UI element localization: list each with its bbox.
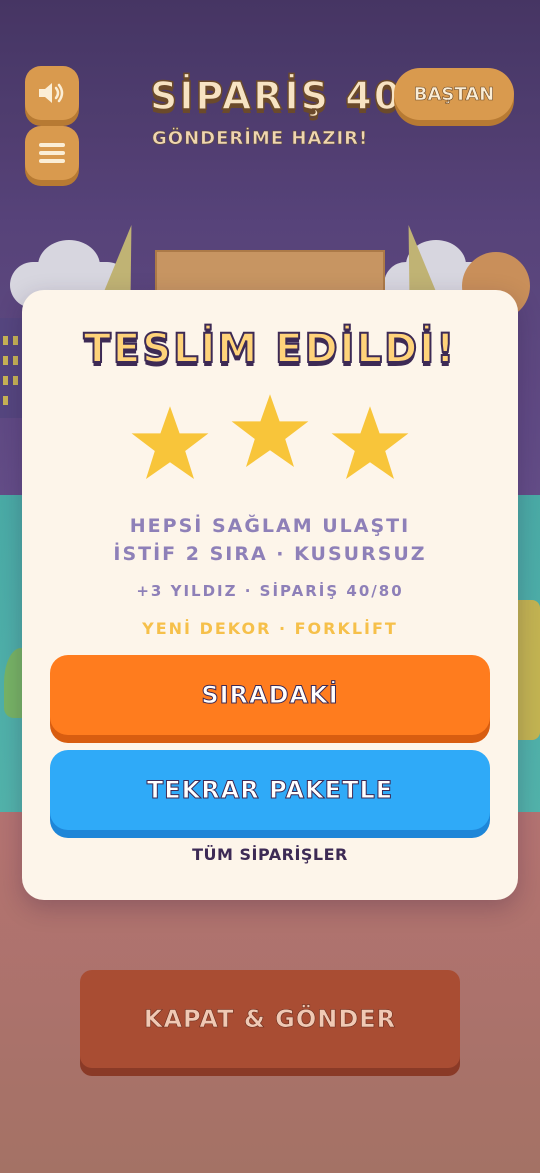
restart-button[interactable]: BAŞTAN bbox=[394, 68, 514, 120]
hamburger-menu-icon bbox=[39, 143, 65, 163]
unlock-line: YENİ DEKOR · FORKLİFT bbox=[142, 619, 398, 638]
reward-line: +3 YILDIZ · SİPARİŞ 40/80 bbox=[136, 582, 404, 600]
star-icon bbox=[230, 392, 310, 470]
next-order-button[interactable]: SIRADAKİ bbox=[50, 655, 490, 735]
order-status: GÖNDERİME HAZIR! bbox=[152, 128, 369, 150]
star-rating bbox=[0, 392, 540, 492]
sound-button[interactable] bbox=[25, 66, 79, 120]
speaker-icon bbox=[39, 83, 64, 103]
order-title: SİPARİŞ 40 bbox=[149, 73, 403, 119]
status-line-stacking: İSTİF 2 SIRA · KUSURSUZ bbox=[113, 543, 427, 565]
status-line-condition: HEPSİ SAĞLAM ULAŞTI bbox=[129, 515, 411, 537]
star-icon bbox=[330, 404, 410, 482]
star-icon bbox=[130, 404, 210, 482]
menu-button[interactable] bbox=[25, 126, 79, 180]
dialog-title: TESLİM EDİLDİ! bbox=[83, 325, 457, 373]
all-orders-link[interactable]: TÜM SİPARİŞLER bbox=[0, 845, 540, 864]
repack-button[interactable]: TEKRAR PAKETLE bbox=[50, 750, 490, 830]
close-and-ship-button[interactable]: KAPAT & GÖNDER bbox=[80, 970, 460, 1068]
